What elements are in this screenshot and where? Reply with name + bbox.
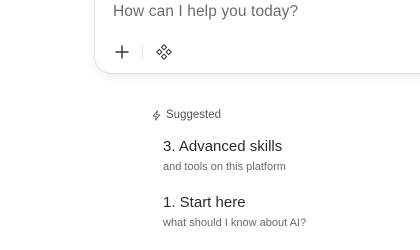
page: How can I help you today? Suggested 3. A… <box>0 0 420 250</box>
suggestion-title: 1. Start here <box>163 194 246 211</box>
suggestion-item[interactable]: 1. Start here what should I know about A… <box>163 194 403 231</box>
bolt-icon <box>150 109 162 121</box>
suggested-section: Suggested 3. Advanced skills and tools o… <box>150 107 410 229</box>
message-input[interactable]: How can I help you today? <box>113 3 298 21</box>
suggestion-subtitle: what should I know about AI? <box>163 217 307 229</box>
toolbar-divider <box>142 44 143 60</box>
suggested-header: Suggested <box>150 107 410 123</box>
suggestion-item[interactable]: 3. Advanced skills and tools on this pla… <box>163 138 403 175</box>
chat-composer: How can I help you today? <box>94 0 420 74</box>
suggested-label: Suggested <box>166 109 221 121</box>
sparkle-diamond-icon <box>156 44 172 60</box>
suggestion-subtitle: and tools on this platform <box>163 161 286 173</box>
composer-toolbar <box>113 42 173 62</box>
suggestion-title: 3. Advanced skills <box>163 138 283 155</box>
add-button[interactable] <box>113 43 131 61</box>
plus-icon <box>115 45 129 59</box>
tools-button[interactable] <box>155 43 173 61</box>
